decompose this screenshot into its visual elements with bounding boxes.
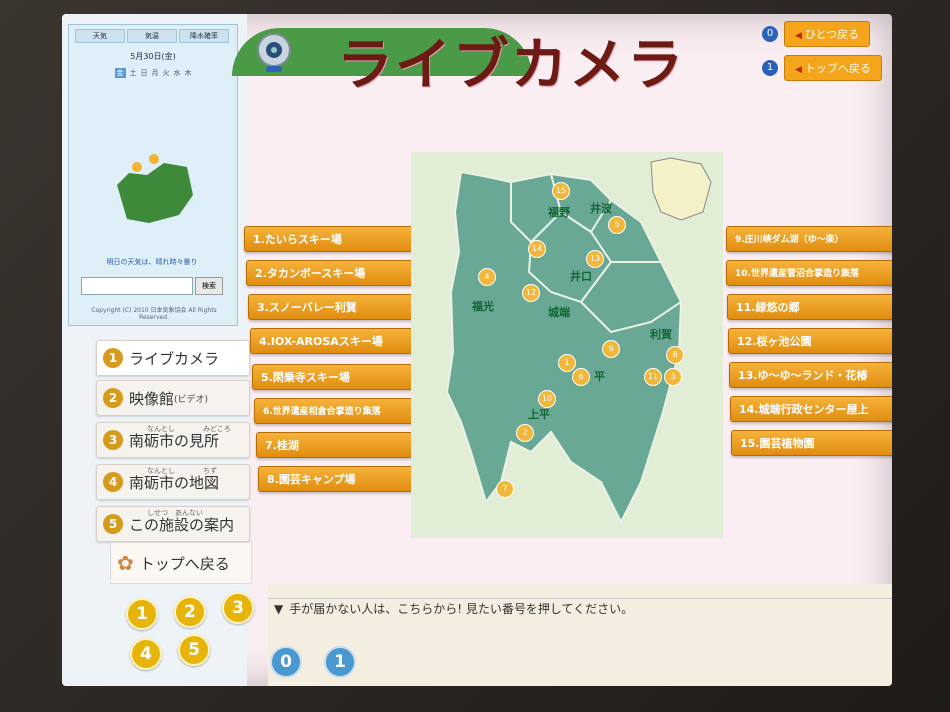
page-title: ライブカメラ — [337, 33, 685, 98]
menu-item-sights[interactable]: なんとし みどころ 3 南砺市の見所 — [96, 422, 250, 458]
camera-button-13[interactable]: 13.ゆ～ゆ～ランド・花椿 — [729, 362, 892, 388]
menu-label: ライブカメラ — [129, 349, 220, 368]
bottom-bar: 手が届かない人は、こちらから! 見たい番号を押してください。 0 1 — [268, 584, 892, 686]
back-top-number: 1 — [762, 60, 778, 76]
menu-number: 2 — [103, 388, 123, 408]
map-marker-4[interactable]: 4 — [478, 268, 496, 286]
map-marker-5[interactable]: 5 — [608, 216, 626, 234]
day-label[interactable]: 土 — [130, 68, 137, 78]
pad-button-2[interactable]: 2 — [174, 596, 206, 628]
map-marker-8[interactable]: 8 — [666, 346, 684, 364]
map-marker-2[interactable]: 2 — [516, 424, 534, 442]
back-top-button[interactable]: 1 トップへ戻る — [762, 55, 882, 81]
camera-button-5[interactable]: 5.閑乗寺スキー場 — [252, 364, 422, 390]
menu-item-video[interactable]: 2 映像館 (ビデオ) — [96, 380, 250, 416]
map-marker-14[interactable]: 14 — [528, 240, 546, 258]
pad-button-3[interactable]: 3 — [222, 592, 254, 624]
menu-number: 3 — [103, 430, 123, 450]
region-label-inami: 井波 — [590, 202, 612, 215]
instruction-text: 手が届かない人は、こちらから! 見たい番号を押してください。 — [268, 598, 892, 619]
region-label-kamitaira: 上平 — [528, 408, 550, 421]
search-button[interactable]: 検索 — [195, 277, 223, 295]
bottom-button-0[interactable]: 0 — [270, 646, 302, 678]
camera-button-12[interactable]: 12.桜ヶ池公園 — [728, 328, 892, 354]
camera-button-3[interactable]: 3.スノーバレー利賀 — [248, 294, 418, 320]
camera-button-8[interactable]: 8.園芸キャンプ場 — [258, 466, 428, 492]
day-label[interactable]: 火 — [163, 68, 170, 78]
menu-label: 映像館 — [129, 389, 175, 408]
map-marker-1[interactable]: 1 — [558, 354, 576, 372]
back-one-label: ひとつ戻る — [784, 21, 871, 47]
region-label-inokuchi: 井口 — [570, 270, 592, 283]
tab-temperature[interactable]: 気温 — [127, 29, 177, 43]
menu-sublabel: (ビデオ) — [174, 394, 209, 405]
region-label-toga: 利賀 — [650, 328, 672, 341]
tab-precipitation[interactable]: 降水確率 — [179, 29, 229, 43]
bottom-button-1[interactable]: 1 — [324, 646, 356, 678]
search-input[interactable] — [81, 277, 193, 295]
day-label[interactable]: 水 — [174, 68, 181, 78]
weather-tabs: 天気 気温 降水確率 — [75, 29, 231, 43]
menu-item-city-map[interactable]: なんとし ちず 4 南砺市の地図 — [96, 464, 250, 500]
left-panel: 天気 気温 降水確率 5月30日(金) 金 土 日 月 火 水 木 明日の天気は… — [62, 14, 254, 686]
region-label-johana: 城端 — [548, 306, 570, 319]
map-marker-7[interactable]: 7 — [496, 480, 514, 498]
weather-widget: 天気 気温 降水確率 5月30日(金) 金 土 日 月 火 水 木 明日の天気は… — [68, 24, 238, 326]
day-label[interactable]: 日 — [141, 68, 148, 78]
map-marker-9[interactable]: 9 — [602, 340, 620, 358]
camera-button-2[interactable]: 2.タカンボースキー場 — [246, 260, 416, 286]
back-one-number: 0 — [762, 26, 778, 42]
menu-number: 4 — [103, 472, 123, 492]
camera-button-1[interactable]: 1.たいらスキー場 — [244, 226, 414, 252]
home-label: トップへ戻る — [139, 554, 230, 573]
menu-number: 5 — [103, 514, 123, 534]
camera-button-11[interactable]: 11.緑悠の郷 — [727, 294, 892, 320]
widget-date: 5月30日(金) — [130, 52, 176, 61]
menu-ruby: しせつ あんない — [147, 509, 203, 517]
camera-button-15[interactable]: 15.園芸植物園 — [731, 430, 892, 456]
inset-map-icon — [650, 157, 712, 221]
menu-ruby: なんとし ちず — [147, 467, 217, 475]
map-marker-13[interactable]: 13 — [586, 250, 604, 268]
pad-button-1[interactable]: 1 — [126, 598, 158, 630]
copyright-text: Copyright (C) 2010 日本気象協会 All Rights Res… — [91, 307, 217, 321]
region-label-taira: 平 — [594, 370, 605, 383]
map-marker-12[interactable]: 12 — [522, 284, 540, 302]
map-marker-10[interactable]: 10 — [538, 390, 556, 408]
webcam-icon — [257, 33, 291, 72]
pad-button-5[interactable]: 5 — [178, 634, 210, 666]
map-marker-15[interactable]: 15 — [552, 182, 570, 200]
weather-forecast-link[interactable]: 明日の天気は、晴れ時々曇り — [77, 257, 227, 267]
menu-ruby: なんとし みどころ — [147, 425, 231, 433]
home-button[interactable]: ✿ トップへ戻る — [110, 542, 252, 584]
back-top-label: トップへ戻る — [784, 55, 882, 81]
camera-button-4[interactable]: 4.IOX-AROSAスキー場 — [250, 328, 420, 354]
tab-weather[interactable]: 天気 — [75, 29, 125, 43]
camera-button-14[interactable]: 14.城端行政センター屋上 — [730, 396, 892, 422]
menu-number: 1 — [103, 348, 123, 368]
camera-button-7[interactable]: 7.桂湖 — [256, 432, 426, 458]
menu-item-live-camera[interactable]: 1 ライブカメラ — [96, 340, 250, 376]
camera-button-6[interactable]: 6.世界遺産相倉合掌造り集落 — [254, 398, 424, 424]
day-label[interactable]: 月 — [152, 68, 159, 78]
widget-days: 金 土 日 月 火 水 木 — [69, 68, 237, 78]
camera-button-10[interactable]: 10.世界遺産菅沼合掌造り集落 — [726, 260, 892, 286]
map-marker-6[interactable]: 6 — [572, 368, 590, 386]
menu-item-facility-guide[interactable]: しせつ あんない 5 この施設の案内 — [96, 506, 250, 542]
map-marker-11[interactable]: 11 — [644, 368, 662, 386]
region-label-fukuno: 福野 — [548, 206, 570, 219]
map-marker-3[interactable]: 3 — [664, 368, 682, 386]
day-label[interactable]: 木 — [185, 68, 192, 78]
kiosk-screen: 天気 気温 降水確率 5月30日(金) 金 土 日 月 火 水 木 明日の天気は… — [62, 14, 892, 686]
back-one-button[interactable]: 0 ひとつ戻る — [762, 21, 871, 47]
day-label[interactable]: 金 — [114, 68, 126, 78]
region-label-fukumitsu: 福光 — [472, 300, 494, 313]
weather-map-icon[interactable] — [109, 145, 199, 235]
mascot-icon: ✿ — [117, 551, 134, 575]
pad-button-4[interactable]: 4 — [130, 638, 162, 670]
camera-button-9[interactable]: 9.庄川峡ダム湖（ゆ～楽） — [726, 226, 892, 252]
